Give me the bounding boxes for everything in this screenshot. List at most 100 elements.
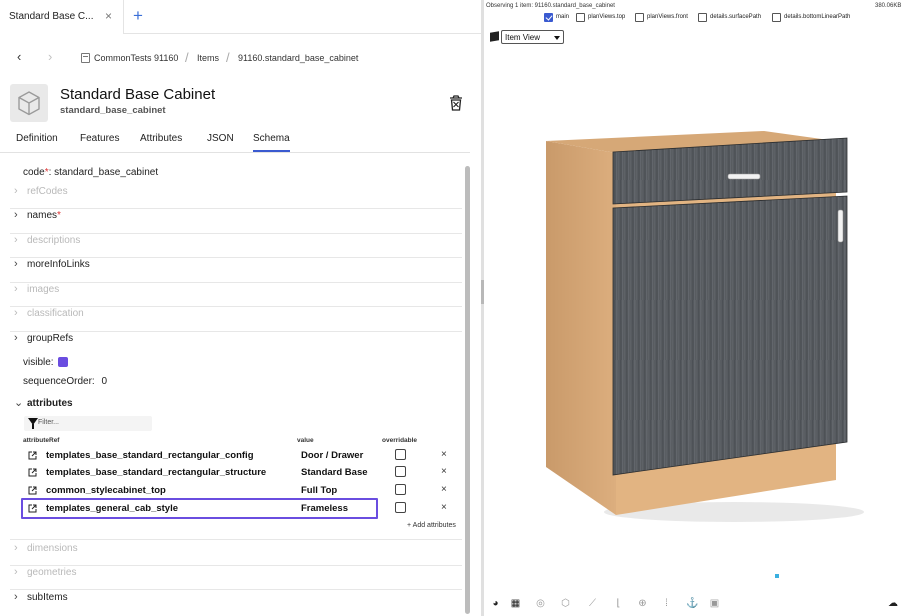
layers-icon[interactable]: ▣ (709, 598, 720, 609)
door-front[interactable] (612, 195, 848, 476)
anchor-icon[interactable]: ⚓ (686, 598, 698, 609)
overridable-checkbox[interactable] (395, 449, 406, 460)
corner-icon[interactable]: ⌊ (613, 598, 624, 609)
section-label: subItems (27, 592, 68, 603)
section-refcodes[interactable]: › refCodes (10, 185, 462, 209)
library-icon (81, 53, 90, 63)
code-value: : standard_base_cabinet (48, 167, 159, 178)
tab-json[interactable]: JSON (207, 133, 234, 144)
remove-button[interactable]: × (441, 466, 447, 477)
tab-schema[interactable]: Schema (253, 133, 290, 152)
section-label: moreInfoLinks (27, 259, 90, 270)
page-title: Standard Base Cabinet (60, 86, 216, 103)
section-grouprefs[interactable]: › groupRefs (10, 332, 462, 352)
breadcrumb-separator: / (226, 50, 230, 65)
target-icon[interactable]: ⊕ (637, 598, 648, 609)
delete-icon[interactable] (447, 94, 465, 112)
cube-icon (18, 91, 40, 116)
view-checkbox-plan-top[interactable] (576, 13, 585, 22)
external-link-icon[interactable] (28, 451, 37, 460)
filter-input[interactable]: Filter... (24, 416, 152, 431)
close-icon[interactable]: × (105, 9, 112, 23)
section-label: images (27, 284, 60, 295)
remove-button[interactable]: × (441, 502, 447, 513)
section-classification[interactable]: › classification (10, 307, 462, 332)
column-header-ref: attributeRef (23, 437, 60, 444)
remove-button[interactable]: × (441, 449, 447, 460)
external-link-icon[interactable] (28, 504, 37, 513)
grid-icon[interactable]: ▦ (510, 598, 521, 609)
overridable-checkbox[interactable] (395, 466, 406, 477)
tab-definition[interactable]: Definition (16, 133, 58, 144)
overridable-checkbox[interactable] (395, 484, 406, 495)
cabinet-3d-model[interactable] (524, 120, 874, 530)
view-toggles: main planViews.top planViews.front detai… (544, 12, 910, 24)
filter-placeholder: Filter... (38, 419, 60, 426)
attribute-ref[interactable]: templates_general_cab_style (46, 503, 178, 514)
section-dimensions[interactable]: › dimensions (10, 542, 462, 566)
cube-outline-icon[interactable]: ⬡ (560, 598, 571, 609)
door-handle (837, 209, 844, 243)
dots-grid-icon[interactable]: ⁞ (661, 598, 672, 609)
tab-features[interactable]: Features (80, 133, 119, 144)
view-checkbox-main[interactable] (544, 13, 553, 22)
section-geometries[interactable]: › geometries (10, 566, 462, 590)
divider (10, 539, 462, 540)
palette-icon[interactable]: ◕ (490, 598, 501, 609)
brush-icon[interactable]: ⟋ (587, 598, 598, 609)
new-tab-button[interactable]: + (133, 6, 143, 26)
section-images[interactable]: › images (10, 283, 462, 307)
chevron-down-icon: ⌄ (14, 397, 24, 409)
chevron-right-icon: › (14, 185, 18, 197)
view-mode-value: Item View (505, 33, 540, 42)
document-tab-bar: Standard Base C... × + (0, 0, 481, 34)
section-label: descriptions (27, 235, 81, 246)
cabinet-side-panel (546, 141, 616, 515)
external-link-icon[interactable] (28, 468, 37, 477)
section-attributes[interactable]: ⌄ attributes (10, 397, 462, 413)
document-tab-title: Standard Base C... (9, 11, 94, 22)
visible-checkbox[interactable] (58, 357, 68, 367)
external-link-icon[interactable] (28, 486, 37, 495)
chevron-right-icon: › (14, 332, 18, 344)
view-label: details.bottomLinearPath (784, 14, 851, 20)
overridable-checkbox[interactable] (395, 502, 406, 513)
view-label: planViews.front (647, 14, 688, 20)
view-mode-select[interactable]: Item View (501, 30, 564, 44)
view-checkbox-bottom-linear-path[interactable] (772, 13, 781, 22)
filter-icon (28, 418, 38, 429)
attribute-value: Standard Base (301, 467, 368, 478)
section-descriptions[interactable]: › descriptions (10, 234, 462, 258)
remove-button[interactable]: × (441, 484, 447, 495)
sequence-order: sequenceOrder: 0 (23, 376, 107, 387)
section-moreinfolinks[interactable]: › moreInfoLinks (10, 258, 462, 283)
breadcrumb-item-library[interactable]: CommonTests 91160 (94, 53, 178, 63)
attribute-value: Full Top (301, 485, 338, 496)
cloud-download-icon[interactable]: ☁ (888, 598, 898, 609)
section-names[interactable]: › names* (10, 209, 462, 234)
section-label: attributes (27, 398, 73, 409)
scrollbar[interactable] (465, 166, 470, 614)
view-checkbox-plan-front[interactable] (635, 13, 644, 22)
forward-button[interactable]: › (48, 49, 52, 64)
view-checkbox-surface-path[interactable] (698, 13, 707, 22)
item-thumbnail (10, 84, 48, 122)
item-tabs: Definition Features Attributes JSON Sche… (0, 128, 470, 153)
add-attributes-button[interactable]: + Add attributes (407, 522, 456, 529)
chevron-right-icon: › (14, 542, 18, 554)
back-button[interactable]: ‹ (17, 49, 21, 64)
compass-icon[interactable]: ◎ (535, 598, 546, 609)
chevron-right-icon: › (14, 307, 18, 319)
code-field: code*: standard_base_cabinet (23, 167, 158, 178)
attribute-ref[interactable]: templates_base_standard_rectangular_stru… (46, 467, 266, 478)
attribute-ref[interactable]: common_stylecabinet_top (46, 485, 166, 496)
attribute-ref[interactable]: templates_base_standard_rectangular_conf… (46, 450, 254, 461)
view-mode-icon (490, 31, 499, 42)
document-tab[interactable]: Standard Base C... × (0, 0, 124, 34)
section-label: geometries (27, 567, 77, 578)
breadcrumb-item-items[interactable]: Items (197, 53, 219, 63)
section-subitems[interactable]: › subItems (10, 591, 462, 611)
section-label: dimensions (27, 543, 78, 554)
tab-attributes[interactable]: Attributes (140, 133, 182, 144)
sequence-label: sequenceOrder: (23, 376, 95, 387)
